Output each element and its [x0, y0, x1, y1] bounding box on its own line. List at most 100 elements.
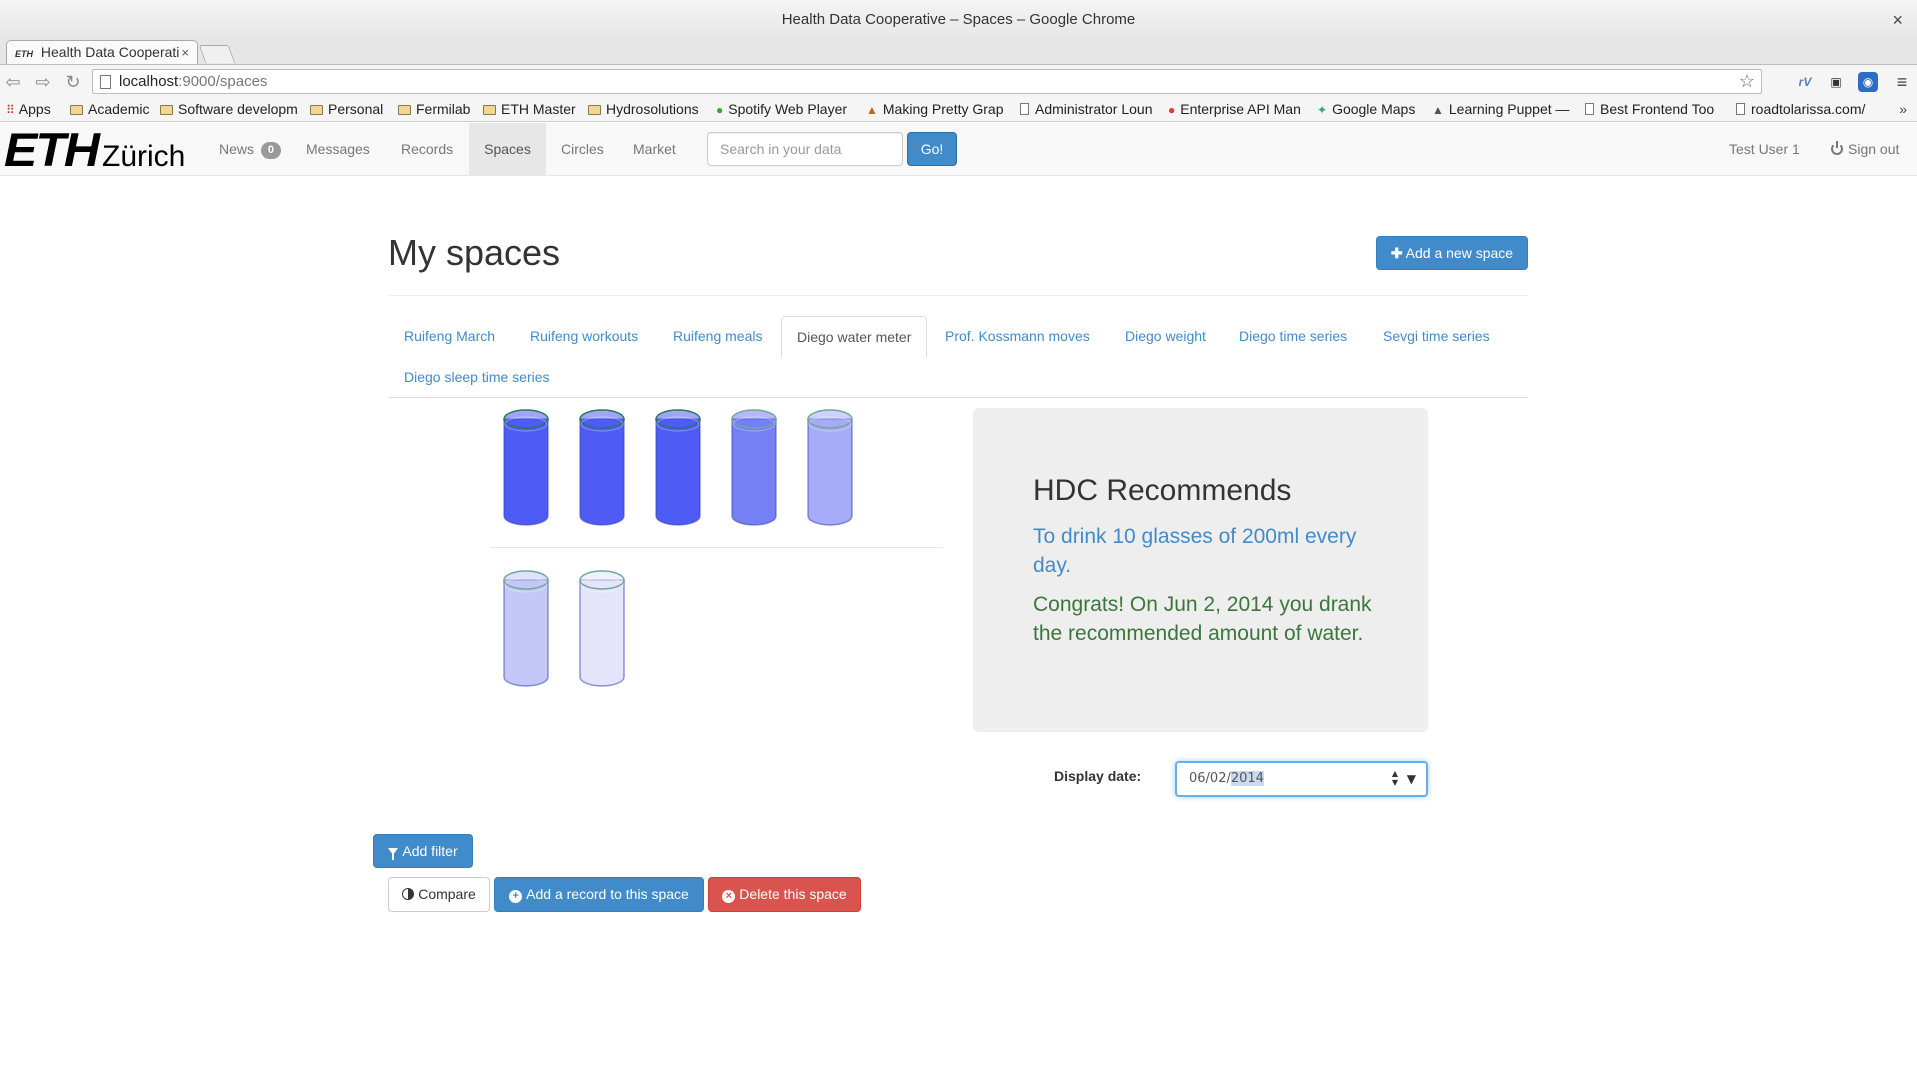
delete-space-button[interactable]: × Delete this space [708, 877, 861, 912]
add-record-button[interactable]: + Add a record to this space [494, 877, 704, 912]
forward-icon[interactable]: ⇨ [32, 71, 54, 93]
folder-icon [398, 105, 411, 115]
apps-grid-icon: ⠿ [6, 103, 15, 117]
bookmark-google-maps[interactable]: ✦ Google Maps [1317, 98, 1425, 121]
add-filter-button[interactable]: Add filter [373, 834, 473, 868]
spotify-icon: ● [716, 103, 724, 117]
glasses-divider [490, 547, 943, 548]
folder-icon [588, 105, 601, 115]
display-date-input[interactable]: 06/02/2014 ▲ ▼ ▼ [1175, 761, 1428, 797]
tab-sevgi-time-series[interactable]: Sevgi time series [1368, 316, 1505, 357]
tab-diego-water-meter[interactable]: Diego water meter [781, 316, 928, 358]
logo-mark: ETH [4, 123, 100, 177]
bookmark-roadtolarissa[interactable]: roadtolarissa.com/ [1736, 98, 1876, 121]
power-icon [1831, 141, 1843, 155]
add-new-space-button[interactable]: ✚ Add a new space [1376, 236, 1528, 270]
search-input[interactable] [707, 132, 903, 166]
remove-circle-icon: × [722, 890, 736, 903]
plus-icon: ✚ [1390, 245, 1403, 261]
bookmark-hydrosolutions[interactable]: Hydrosolutions [588, 98, 706, 121]
page-title: My spaces [388, 232, 561, 273]
nav-user[interactable]: Test User 1 [1729, 123, 1800, 175]
water-glass-icon [806, 408, 854, 528]
display-date-label: Display date: [1054, 768, 1142, 784]
bookmark-star-icon[interactable]: ☆ [1739, 70, 1755, 93]
water-glass-icon [654, 408, 702, 528]
document-icon [1020, 103, 1029, 115]
bookmark-academic[interactable]: Academic [70, 98, 156, 121]
tab-diego-sleep-time-series[interactable]: Diego sleep time series [389, 357, 565, 398]
bookmark-apps[interactable]: ⠿ Apps [6, 98, 51, 121]
extension-rv-icon[interactable]: rV [1795, 72, 1815, 92]
nav-messages[interactable]: Messages [291, 123, 385, 175]
chrome-menu-icon[interactable]: ≡ [1892, 72, 1912, 92]
tab-prof-kossmann-moves[interactable]: Prof. Kossmann moves [930, 316, 1105, 357]
maps-icon: ✦ [1317, 103, 1328, 117]
tab-ruifeng-workouts[interactable]: Ruifeng workouts [515, 316, 653, 357]
window-title: Health Data Cooperative – Spaces – Googl… [781, 11, 1136, 28]
bookmark-personal[interactable]: Personal [310, 98, 390, 121]
new-tab-button[interactable] [198, 45, 236, 63]
bookmark-learning-puppet[interactable]: ▲ Learning Puppet — [1432, 98, 1572, 121]
browser-toolbar: ⇦ ⇨ ↻ localhost:9000/spaces ☆ rV ▣ ◉ ≡ [0, 64, 1917, 98]
eth-zurich-logo[interactable]: ETH Zürich [4, 123, 186, 177]
extension-blue-icon[interactable]: ◉ [1858, 72, 1878, 92]
bookmark-software-development[interactable]: Software developm [160, 98, 298, 121]
folder-icon [310, 105, 323, 115]
search-go-button[interactable]: Go! [907, 132, 957, 166]
bookmark-eth-master[interactable]: ETH Master [483, 98, 579, 121]
extension-evernote-icon[interactable]: ▣ [1826, 72, 1846, 92]
bookmark-making-pretty-graphs[interactable]: ▲ Making Pretty Grap [866, 98, 1006, 121]
filter-icon [388, 848, 399, 860]
water-glass-icon [730, 408, 778, 528]
bookmark-enterprise-api[interactable]: ● Enterprise API Man [1168, 98, 1306, 121]
nav-circles[interactable]: Circles [546, 123, 619, 175]
tab-close-icon[interactable]: × [181, 41, 189, 64]
header-divider [388, 295, 1528, 296]
bookmarks-bar: ⠿ Apps Academic Software developm Persona… [0, 98, 1917, 122]
water-glass-icon [578, 569, 626, 689]
recommendation-success: Congrats! On Jun 2, 2014 you drank the r… [1033, 593, 1372, 645]
back-icon[interactable]: ⇦ [2, 71, 24, 93]
reload-icon[interactable]: ↻ [62, 71, 84, 93]
window-close-icon[interactable]: × [1892, 0, 1903, 40]
news-count-badge: 0 [260, 142, 281, 159]
bookmarks-overflow-icon[interactable]: » [1899, 98, 1907, 121]
nav-market[interactable]: Market [618, 123, 691, 175]
tab-title: Health Data Cooperati [40, 44, 180, 60]
recommendation-title: HDC Recommends [1033, 474, 1292, 507]
tab-strip: ETH Health Data Cooperati × [0, 40, 1917, 64]
page-icon [100, 75, 111, 89]
eth-favicon-icon: ETH [15, 49, 33, 59]
logo-city: Zürich [102, 140, 186, 173]
browser-tab[interactable]: ETH Health Data Cooperati × [6, 40, 198, 64]
tab-diego-time-series[interactable]: Diego time series [1224, 316, 1362, 357]
nav-spaces[interactable]: Spaces [469, 123, 546, 175]
tab-ruifeng-meals[interactable]: Ruifeng meals [658, 316, 778, 357]
address-path: :9000/spaces [178, 73, 268, 90]
water-glass-icon [502, 569, 550, 689]
compare-button[interactable]: Compare [388, 877, 490, 912]
bookmark-best-frontend-tools[interactable]: Best Frontend Too [1585, 98, 1723, 121]
address-bar[interactable]: localhost:9000/spaces ☆ [92, 69, 1762, 94]
bookmark-administrator-lounge[interactable]: Administrator Loun [1020, 98, 1155, 121]
tab-diego-weight[interactable]: Diego weight [1110, 316, 1221, 357]
water-glass-icon [502, 408, 550, 528]
address-host: localhost [119, 73, 179, 90]
date-prefix: 06/02/ [1189, 771, 1231, 786]
contrast-icon [402, 888, 415, 900]
bookmark-fermilab[interactable]: Fermilab [398, 98, 473, 121]
recommendation-panel: HDC Recommends To drink 10 glasses of 20… [973, 408, 1428, 732]
bookmark-spotify[interactable]: ● Spotify Web Player [716, 98, 856, 121]
date-spinner-icon[interactable]: ▲ ▼ [1392, 769, 1398, 787]
date-selected-year: 2014 [1230, 771, 1264, 786]
chevron-down-icon[interactable]: ▼ [1407, 763, 1416, 795]
plus-circle-icon: + [509, 890, 523, 903]
nav-records[interactable]: Records [386, 123, 468, 175]
water-glass-icon [578, 408, 626, 528]
folder-icon [70, 105, 83, 115]
tab-ruifeng-march[interactable]: Ruifeng March [389, 316, 510, 357]
window-titlebar: Health Data Cooperative – Spaces – Googl… [0, 0, 1917, 40]
nav-signout[interactable]: Sign out [1831, 123, 1899, 175]
nav-news[interactable]: News 0 [204, 123, 296, 175]
